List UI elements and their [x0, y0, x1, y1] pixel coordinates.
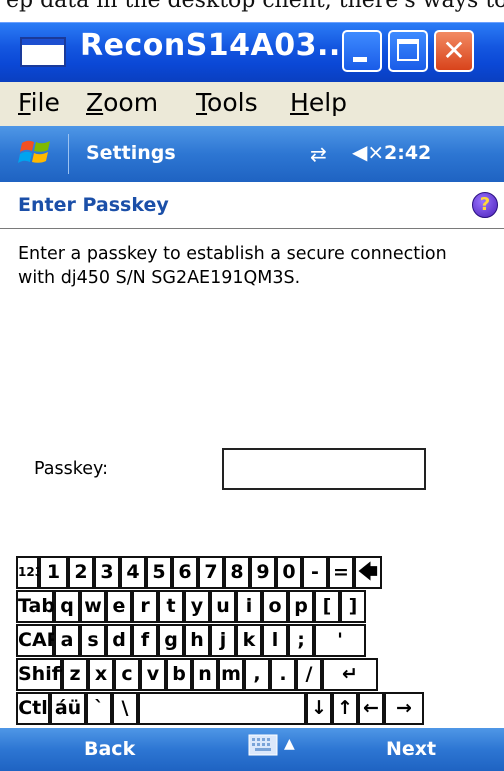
- key-t[interactable]: t: [158, 590, 184, 623]
- key-y[interactable]: y: [184, 590, 210, 623]
- key-5[interactable]: 5: [146, 556, 172, 589]
- menu-tools[interactable]: Tools: [196, 88, 258, 117]
- key-r[interactable]: r: [132, 590, 158, 623]
- key-9[interactable]: 9: [250, 556, 276, 589]
- key-c[interactable]: c: [114, 658, 140, 691]
- key-j[interactable]: j: [210, 624, 236, 657]
- key-tab[interactable]: Tab: [16, 590, 55, 623]
- key-sym-10[interactable]: ;: [288, 624, 314, 657]
- key-k[interactable]: k: [236, 624, 262, 657]
- key-s[interactable]: s: [80, 624, 106, 657]
- key-sym-9[interactable]: .: [270, 658, 296, 691]
- key-sym-11[interactable]: [: [314, 590, 340, 623]
- on-screen-keyboard: 123 1 2 3 4 5 6 7 8 9 0- = 🡄 Tab q w e r t y u i o p[] CAP a s d f…: [16, 556, 496, 725]
- connectivity-icon[interactable]: ⇄: [310, 142, 327, 166]
- key-3[interactable]: 3: [94, 556, 120, 589]
- key-b[interactable]: b: [166, 658, 192, 691]
- key-v[interactable]: v: [140, 658, 166, 691]
- key-cap[interactable]: CAP: [16, 624, 61, 657]
- key-sym-3[interactable]: \: [112, 692, 138, 725]
- key-x[interactable]: x: [88, 658, 114, 691]
- windows-start-icon[interactable]: [18, 137, 54, 169]
- key-sym-12[interactable]: ]: [340, 590, 366, 623]
- key-g[interactable]: g: [158, 624, 184, 657]
- key-sym-13[interactable]: 🡄: [354, 556, 382, 589]
- key-l[interactable]: l: [262, 624, 288, 657]
- key-p[interactable]: p: [288, 590, 314, 623]
- navbar-divider: [68, 134, 69, 174]
- key-shift[interactable]: Shift: [16, 658, 69, 691]
- passkey-label: Passkey:: [34, 459, 108, 479]
- key-q[interactable]: q: [54, 590, 80, 623]
- page-title: Enter Passkey: [18, 194, 169, 216]
- key-sym-6[interactable]: ↑: [332, 692, 358, 725]
- menu-file[interactable]: File: [18, 88, 60, 117]
- help-icon[interactable]: ?: [472, 192, 498, 218]
- key-i[interactable]: i: [236, 590, 262, 623]
- next-softkey[interactable]: Next: [386, 738, 436, 760]
- key-n[interactable]: n: [192, 658, 218, 691]
- key-sym-10[interactable]: /: [296, 658, 322, 691]
- window-app-icon[interactable]: [20, 37, 66, 67]
- key-u[interactable]: u: [210, 590, 236, 623]
- menu-help[interactable]: Help: [290, 88, 347, 117]
- navbar-title: Settings: [86, 142, 176, 164]
- minimize-button[interactable]: [342, 30, 382, 72]
- clock[interactable]: 2:42: [384, 142, 431, 164]
- key-h[interactable]: h: [184, 624, 210, 657]
- key-sym-7[interactable]: ←: [358, 692, 384, 725]
- key-6[interactable]: 6: [172, 556, 198, 589]
- close-button[interactable]: [434, 30, 474, 72]
- key-sym-2[interactable]: `: [86, 692, 112, 725]
- key-sym-11[interactable]: -: [302, 556, 328, 589]
- instruction-text: Enter a passkey to establish a secure co…: [18, 244, 447, 288]
- key-2[interactable]: 2: [68, 556, 94, 589]
- key-8[interactable]: 8: [224, 556, 250, 589]
- window-title: ReconS14A03...: [80, 28, 353, 63]
- key-z[interactable]: z: [62, 658, 88, 691]
- key-1[interactable]: 1: [39, 556, 68, 589]
- key-d[interactable]: d: [106, 624, 132, 657]
- keyboard-icon[interactable]: [248, 734, 278, 756]
- key-123[interactable]: 123: [16, 556, 43, 589]
- key-sym-11[interactable]: ': [314, 624, 366, 657]
- key-sym-1[interactable]: áü: [50, 692, 86, 725]
- menu-zoom[interactable]: Zoom: [86, 88, 158, 117]
- key-sym-8[interactable]: →: [384, 692, 424, 725]
- key-space[interactable]: [138, 692, 306, 725]
- background-document-strip: ep data in the desktop client, there's w…: [0, 0, 504, 22]
- input-panel-arrow-icon[interactable]: ▲: [284, 736, 295, 752]
- key-sym-12[interactable]: =: [328, 556, 354, 589]
- back-softkey[interactable]: Back: [84, 738, 135, 760]
- passkey-input[interactable]: [222, 448, 426, 490]
- key-w[interactable]: w: [80, 590, 106, 623]
- key-a[interactable]: a: [54, 624, 80, 657]
- key-sym-5[interactable]: ↓: [306, 692, 332, 725]
- key-e[interactable]: e: [106, 590, 132, 623]
- key-4[interactable]: 4: [120, 556, 146, 589]
- background-document-text: ep data in the desktop client, there's w…: [6, 0, 504, 13]
- key-ctl[interactable]: Ctl: [16, 692, 50, 725]
- maximize-button[interactable]: [388, 30, 428, 72]
- key-o[interactable]: o: [262, 590, 288, 623]
- key-sym-11[interactable]: ↵: [322, 658, 378, 691]
- key-7[interactable]: 7: [198, 556, 224, 589]
- key-m[interactable]: m: [218, 658, 244, 691]
- key-0[interactable]: 0: [276, 556, 302, 589]
- key-sym-8[interactable]: ,: [244, 658, 270, 691]
- speaker-muted-icon[interactable]: ◀×: [352, 140, 384, 164]
- key-f[interactable]: f: [132, 624, 158, 657]
